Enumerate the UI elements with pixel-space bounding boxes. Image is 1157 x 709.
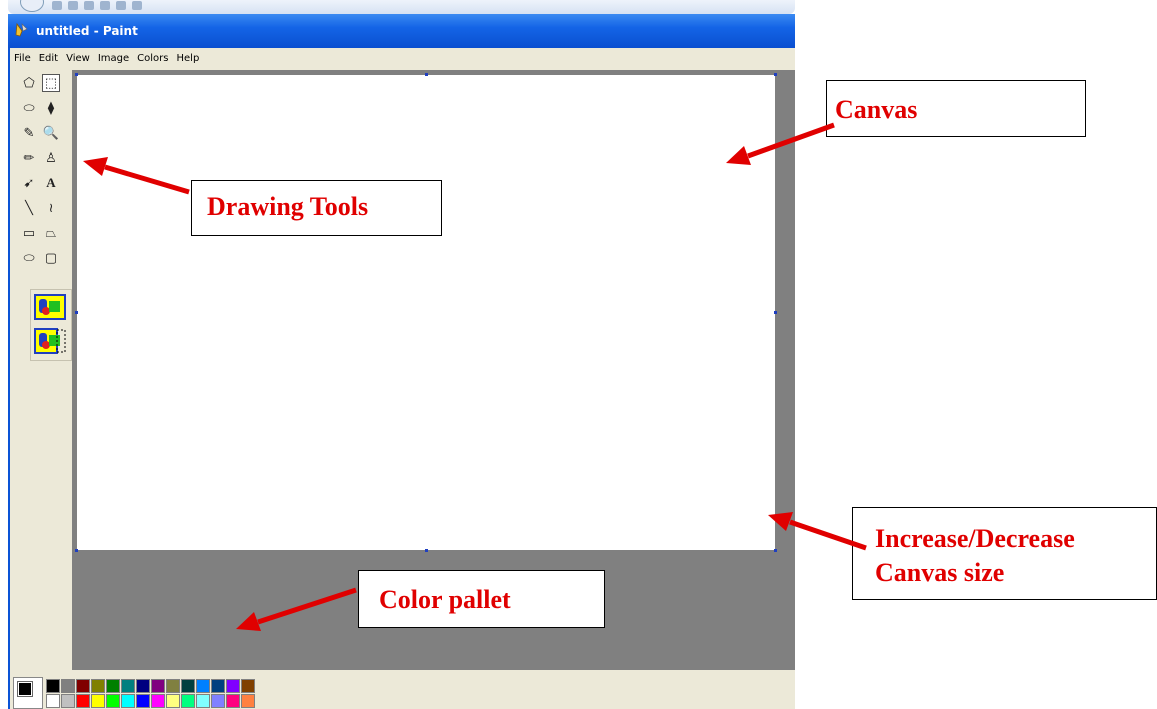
color-swatch[interactable]: [136, 694, 150, 708]
tool-box: ⬠ ⬚ ⬭ ⧫ ✎ 🔍 ✏ ♙ ➹ A ╲ ≀ ▭ ⏢ ⬭ ▢: [20, 74, 72, 361]
menu-help[interactable]: Help: [173, 49, 204, 64]
color-swatch[interactable]: [181, 679, 195, 693]
resize-callout-line2: Canvas size: [875, 558, 1005, 587]
print-icon[interactable]: [100, 1, 110, 10]
color-swatch[interactable]: [61, 694, 75, 708]
drawing-tools-callout: Drawing Tools: [191, 180, 442, 236]
tool-options: [30, 289, 72, 361]
app-orb-icon[interactable]: [20, 0, 44, 12]
color-swatch[interactable]: [196, 694, 210, 708]
resize-handle-bottom-right[interactable]: [774, 549, 777, 552]
color-swatch[interactable]: [151, 679, 165, 693]
free-form-select-icon[interactable]: ⬠: [20, 74, 38, 92]
color-swatch[interactable]: [211, 694, 225, 708]
color-swatch[interactable]: [226, 679, 240, 693]
undo-icon[interactable]: [68, 1, 78, 10]
color-pallet-callout: Color pallet: [358, 570, 605, 628]
pick-color-icon[interactable]: ✎: [20, 124, 38, 142]
color-swatch[interactable]: [226, 694, 240, 708]
color-swatch[interactable]: [91, 679, 105, 693]
resize-handle-left: [75, 311, 78, 314]
airbrush-icon[interactable]: ➹: [20, 174, 38, 192]
resize-callout-line1: Increase/Decrease: [875, 524, 1075, 553]
color-swatch[interactable]: [136, 679, 150, 693]
resize-handle-bottom[interactable]: [425, 549, 428, 552]
paint-app-icon: [15, 22, 28, 37]
opaque-selection-icon[interactable]: [34, 294, 66, 320]
quick-access-toolbar: [8, 0, 795, 14]
fill-with-color-icon[interactable]: ⧫: [42, 99, 60, 117]
redo-icon[interactable]: [84, 1, 94, 10]
drawing-tools-callout-label: Drawing Tools: [207, 192, 369, 221]
menu-file[interactable]: File: [10, 49, 35, 64]
menu-bar: File Edit View Image Colors Help: [10, 48, 795, 68]
color-swatch[interactable]: [76, 694, 90, 708]
menu-colors[interactable]: Colors: [133, 49, 172, 64]
line-icon[interactable]: ╲: [20, 199, 38, 217]
brush-icon[interactable]: ♙: [42, 149, 60, 167]
color-swatch[interactable]: [46, 679, 60, 693]
color-swatch[interactable]: [61, 679, 75, 693]
eraser-icon[interactable]: ⬭: [20, 99, 38, 117]
color-swatch[interactable]: [106, 694, 120, 708]
color-swatch[interactable]: [196, 679, 210, 693]
color-swatch[interactable]: [181, 694, 195, 708]
color-swatch[interactable]: [166, 694, 180, 708]
canvas-callout-label: Canvas: [835, 95, 918, 124]
color-swatch[interactable]: [211, 679, 225, 693]
color-swatch[interactable]: [106, 679, 120, 693]
title-bar[interactable]: untitled - Paint: [8, 14, 795, 48]
window-title: untitled - Paint: [36, 24, 138, 38]
resize-handle-top: [425, 73, 428, 76]
paragraph-icon[interactable]: [116, 1, 126, 10]
current-colors: [13, 677, 43, 709]
curve-icon[interactable]: ≀: [42, 199, 60, 217]
color-swatch[interactable]: [76, 679, 90, 693]
drawing-canvas[interactable]: [77, 75, 775, 550]
color-swatch[interactable]: [241, 679, 255, 693]
rounded-rectangle-icon[interactable]: ▢: [42, 249, 60, 267]
foreground-color: [17, 681, 33, 697]
color-swatch[interactable]: [151, 694, 165, 708]
resize-handle-right[interactable]: [774, 311, 777, 314]
color-swatch[interactable]: [121, 694, 135, 708]
text-icon[interactable]: A: [42, 174, 60, 192]
rectangle-icon[interactable]: ▭: [20, 224, 38, 242]
resize-handle-top-left: [75, 73, 78, 76]
color-swatch[interactable]: [46, 694, 60, 708]
color-swatch[interactable]: [166, 679, 180, 693]
magnifier-icon[interactable]: 🔍: [42, 124, 60, 142]
color-pallet-callout-label: Color pallet: [379, 585, 511, 614]
menu-edit[interactable]: Edit: [35, 49, 62, 64]
select-icon[interactable]: ⬚: [42, 74, 60, 92]
transparent-selection-icon[interactable]: [34, 328, 66, 354]
color-swatch[interactable]: [121, 679, 135, 693]
save-icon[interactable]: [52, 1, 62, 10]
color-swatch[interactable]: [241, 694, 255, 708]
pencil-icon[interactable]: ✏: [20, 149, 38, 167]
menu-view[interactable]: View: [62, 49, 94, 64]
help-icon[interactable]: [132, 1, 142, 10]
menu-image[interactable]: Image: [94, 49, 133, 64]
canvas-callout: Canvas: [826, 80, 1086, 137]
resize-handle-bottom-left: [75, 549, 78, 552]
polygon-icon[interactable]: ⏢: [42, 224, 60, 242]
resize-handle-top-right: [774, 73, 777, 76]
color-palette: [10, 677, 795, 709]
ellipse-icon[interactable]: ⬭: [20, 249, 38, 267]
color-swatch[interactable]: [91, 694, 105, 708]
resize-callout: Increase/Decrease Canvas size: [852, 507, 1157, 600]
